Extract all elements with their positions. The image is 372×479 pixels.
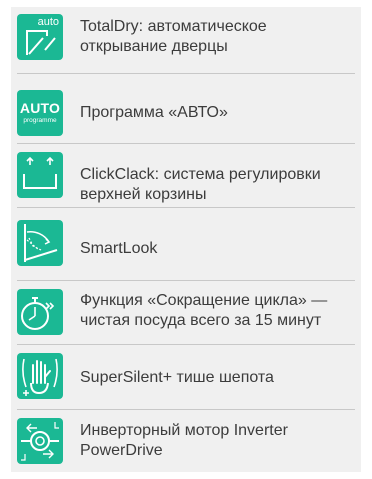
timer-fast-forward-icon — [17, 289, 63, 335]
icon-caption-auto-big: AUTO — [19, 100, 61, 116]
auto-programme-icon: AUTO programme — [17, 90, 63, 136]
basket-height-adjust-icon — [17, 152, 63, 198]
feature-label-supersilent: SuperSilent+ тише шепота — [80, 369, 274, 386]
divider — [17, 409, 355, 410]
smartlook-projection-icon — [17, 220, 63, 266]
divider — [17, 207, 355, 208]
divider — [17, 344, 355, 345]
feature-label-inverter: Инверторный мотор Inverter PowerDrive — [80, 422, 288, 459]
divider — [17, 73, 355, 74]
feature-label-smartlook: SmartLook — [80, 240, 158, 257]
feature-list: auto TotalDry: автоматическое открывание… — [11, 7, 361, 472]
page: auto TotalDry: автоматическое открывание… — [0, 0, 372, 479]
divider — [17, 280, 355, 281]
feature-label-auto-programme: Программа «АВТО» — [80, 104, 228, 121]
feature-label-totaldry: TotalDry: автоматическое открывание двер… — [80, 18, 267, 55]
silent-hand-icon — [17, 353, 63, 399]
feature-label-clickclack: ClickClack: система регулировки верхней … — [80, 166, 321, 203]
inverter-motor-icon — [17, 418, 63, 464]
divider — [17, 143, 355, 144]
feature-label-short-cycle: Функция «Сокращение цикла» — чистая посу… — [80, 292, 328, 329]
icon-caption-programme: programme — [23, 117, 57, 124]
auto-door-open-icon: auto — [17, 14, 63, 60]
